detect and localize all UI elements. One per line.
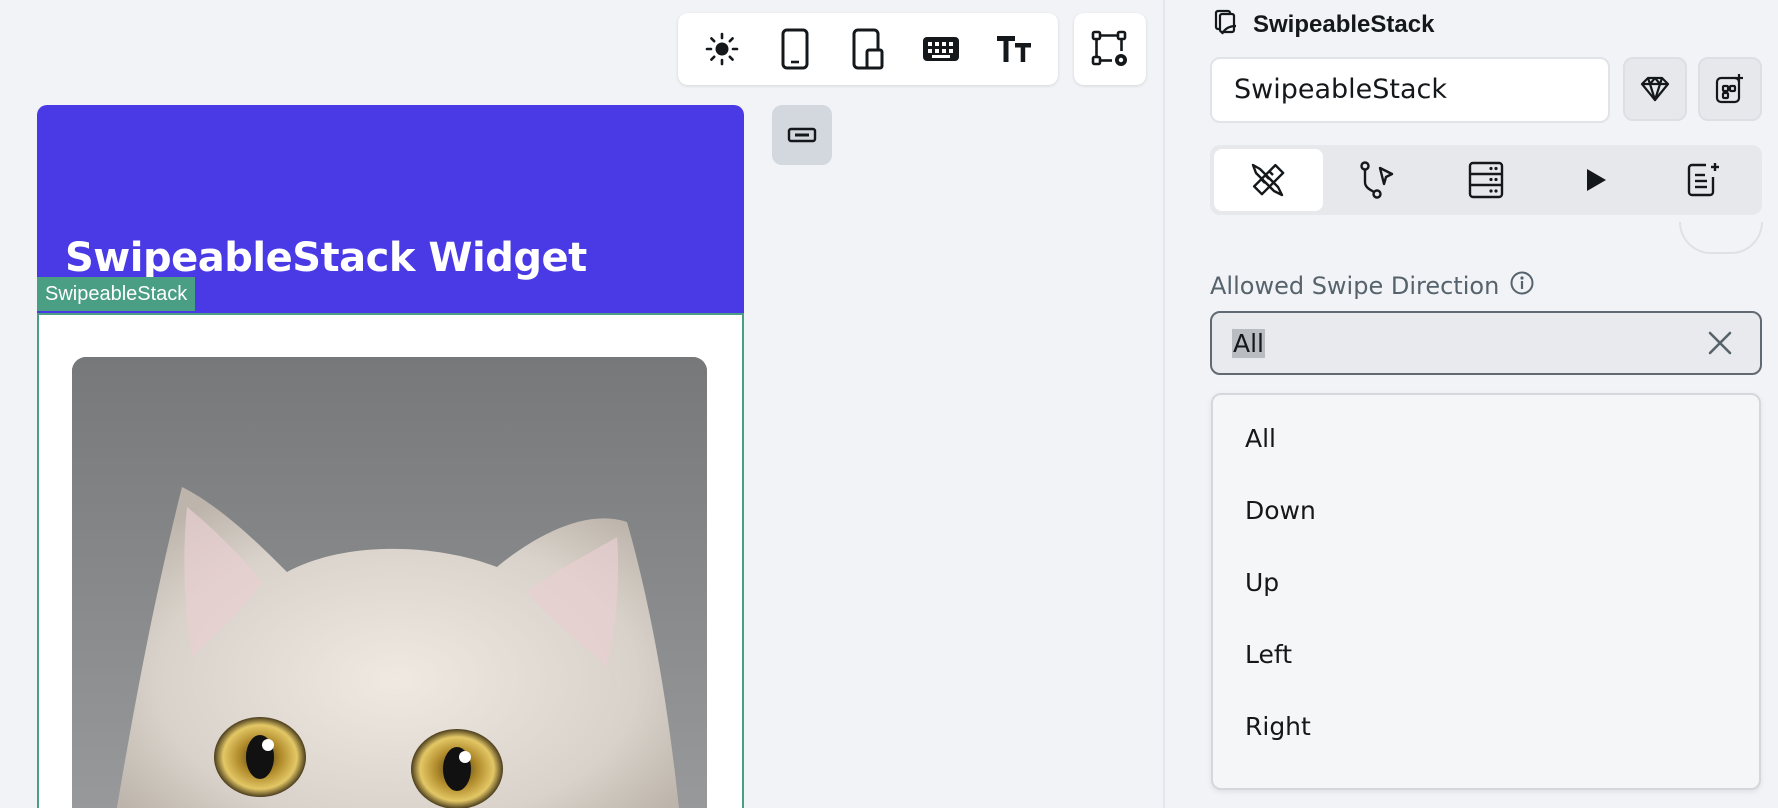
swipe-direction-options: All Down Up Left Right Horizontal	[1211, 393, 1761, 790]
swipe-widget-icon	[1213, 8, 1239, 41]
field-label: Allowed Swipe Direction	[1210, 270, 1535, 302]
option-left[interactable]: Left	[1213, 618, 1759, 690]
cat-image	[72, 357, 707, 808]
selection-tag[interactable]: SwipeableStack	[37, 277, 196, 311]
design-canvas: SwipeableStack Widget SwipeableStack	[0, 0, 1163, 808]
app-bar-title: SwipeableStack Widget	[65, 235, 587, 281]
actions-tab[interactable]	[1323, 149, 1432, 211]
keyboard-icon[interactable]	[913, 21, 969, 77]
nodes-settings-icon[interactable]	[1074, 13, 1146, 85]
panel-title: SwipeableStack	[1253, 10, 1435, 38]
app-bar: SwipeableStack Widget SwipeableStack	[37, 105, 744, 313]
option-up[interactable]: Up	[1213, 546, 1759, 618]
phone-icon[interactable]	[767, 21, 823, 77]
option-right[interactable]: Right	[1213, 690, 1759, 762]
device-preview: SwipeableStack Widget SwipeableStack	[37, 105, 744, 808]
diamond-icon[interactable]	[1623, 57, 1687, 121]
text-size-icon[interactable]	[986, 21, 1042, 77]
option-horizontal[interactable]: Horizontal	[1213, 762, 1759, 789]
option-all[interactable]: All	[1213, 402, 1759, 474]
widget-outline-icon[interactable]	[772, 105, 832, 165]
notes-tab[interactable]	[1649, 149, 1758, 211]
canvas-toolbar	[678, 13, 1058, 85]
field-label-text: Allowed Swipe Direction	[1210, 272, 1500, 300]
swipe-direction-select[interactable]: All	[1210, 311, 1762, 375]
tablet-icon[interactable]	[840, 21, 896, 77]
panel-header: SwipeableStack	[1213, 8, 1434, 41]
info-icon[interactable]	[1509, 270, 1535, 302]
panel-divider[interactable]	[1163, 0, 1187, 808]
properties-panel: SwipeableStack SwipeableStack Allowed Sw…	[1187, 0, 1778, 808]
sun-icon[interactable]	[694, 21, 750, 77]
close-icon[interactable]	[1700, 323, 1740, 363]
partial-toggle	[1679, 222, 1763, 254]
cat-image-card[interactable]	[72, 357, 707, 808]
animations-tab[interactable]	[1540, 149, 1649, 211]
panel-tabs	[1210, 145, 1762, 215]
option-down[interactable]: Down	[1213, 474, 1759, 546]
backend-query-tab[interactable]	[1432, 149, 1541, 211]
properties-tab[interactable]	[1214, 149, 1323, 211]
select-value[interactable]: All	[1232, 328, 1265, 358]
add-widget-icon[interactable]	[1698, 57, 1762, 121]
widget-name-input[interactable]: SwipeableStack	[1210, 57, 1610, 123]
